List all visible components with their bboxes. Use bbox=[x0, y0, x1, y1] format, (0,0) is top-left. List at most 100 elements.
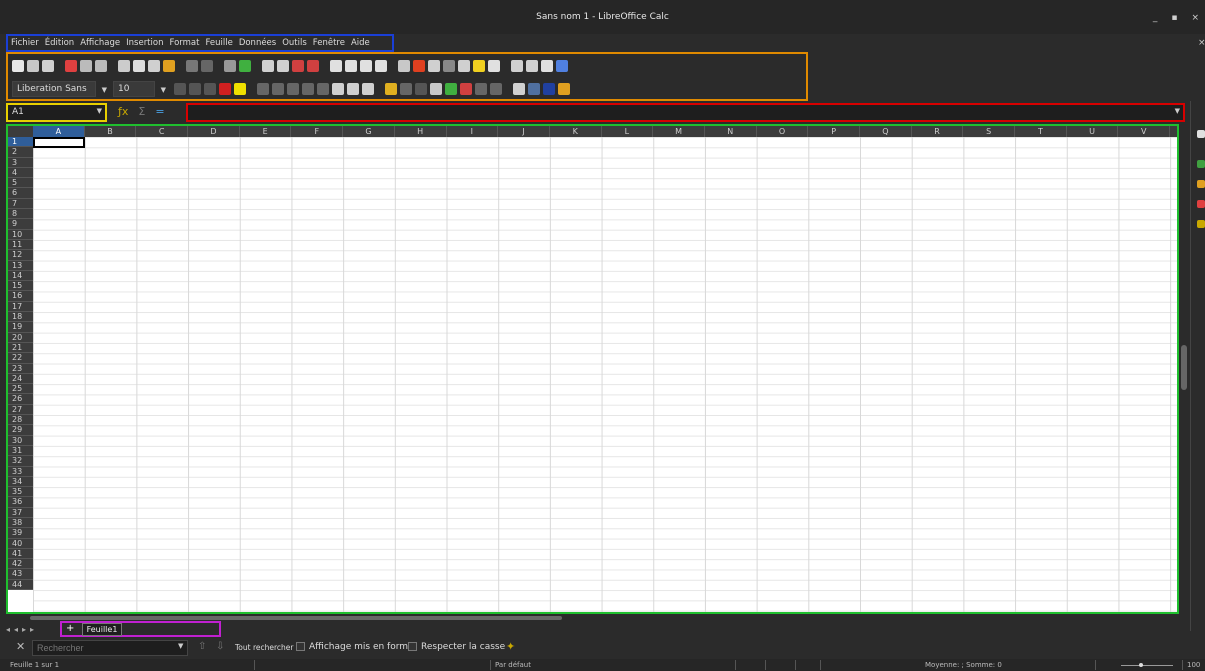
define-print-area-icon[interactable] bbox=[511, 60, 523, 72]
select-all-corner[interactable] bbox=[8, 126, 33, 137]
row-header[interactable]: 8 bbox=[8, 209, 33, 220]
find-next-icon[interactable]: ⇩ bbox=[216, 641, 224, 652]
row-header[interactable]: 44 bbox=[8, 580, 33, 591]
column-header[interactable]: N bbox=[705, 126, 757, 137]
align-middle-icon[interactable] bbox=[347, 83, 359, 95]
font-size-dropdown-icon[interactable]: ▼ bbox=[161, 85, 166, 96]
row-header[interactable]: 35 bbox=[8, 487, 33, 498]
row-header[interactable]: 43 bbox=[8, 569, 33, 580]
row-header[interactable]: 3 bbox=[8, 158, 33, 168]
row-header[interactable]: 34 bbox=[8, 477, 33, 488]
menu-format[interactable]: Format bbox=[169, 38, 199, 48]
row-header[interactable]: 11 bbox=[8, 240, 33, 251]
font-name-box[interactable]: Liberation Sans ▼ bbox=[12, 81, 107, 97]
show-draw-functions-icon[interactable] bbox=[556, 60, 568, 72]
column-header[interactable]: T bbox=[1015, 126, 1067, 137]
copy-icon[interactable] bbox=[133, 60, 145, 72]
close-button[interactable]: × bbox=[1191, 13, 1199, 23]
row-header[interactable]: 38 bbox=[8, 518, 33, 529]
column-header[interactable]: V bbox=[1118, 126, 1171, 137]
underline-icon[interactable] bbox=[204, 83, 216, 95]
border-color-icon[interactable] bbox=[543, 83, 555, 95]
function-wizard-icon[interactable]: ƒx bbox=[118, 105, 128, 118]
menu-insertion[interactable]: Insertion bbox=[126, 38, 163, 48]
insert-column-icon[interactable] bbox=[277, 60, 289, 72]
borders-icon[interactable] bbox=[513, 83, 525, 95]
column-header[interactable]: H bbox=[395, 126, 447, 137]
close-document-button[interactable]: × bbox=[1198, 38, 1205, 48]
sort-descending-icon[interactable] bbox=[360, 60, 372, 72]
name-box[interactable]: A1 ▼ bbox=[6, 103, 107, 122]
row-header[interactable]: 21 bbox=[8, 343, 33, 354]
next-sheet-icon[interactable]: ▸ bbox=[22, 625, 26, 634]
zoom-percent[interactable]: 100 bbox=[1187, 661, 1200, 669]
row-header[interactable]: 24 bbox=[8, 374, 33, 385]
search-input[interactable] bbox=[32, 640, 188, 656]
column-header[interactable]: Q bbox=[860, 126, 912, 137]
name-box-dropdown-icon[interactable]: ▼ bbox=[97, 107, 102, 115]
row-header[interactable]: 18 bbox=[8, 312, 33, 323]
close-find-icon[interactable]: ✕ bbox=[16, 640, 25, 653]
functions-icon[interactable] bbox=[1197, 220, 1205, 228]
sort-ascending-icon[interactable] bbox=[345, 60, 357, 72]
redo-icon[interactable] bbox=[201, 60, 213, 72]
row-header[interactable]: 13 bbox=[8, 261, 33, 271]
first-sheet-icon[interactable]: ◂ bbox=[6, 625, 10, 634]
page-style[interactable]: Par défaut bbox=[495, 661, 531, 669]
export-pdf-icon[interactable] bbox=[65, 60, 77, 72]
match-case-checkbox[interactable] bbox=[408, 642, 417, 651]
formula-icon[interactable]: = bbox=[155, 105, 164, 118]
row-header[interactable]: 17 bbox=[8, 302, 33, 313]
undo-icon[interactable] bbox=[186, 60, 198, 72]
expand-formula-bar-icon[interactable]: ▼ bbox=[1175, 107, 1180, 115]
row-header[interactable]: 23 bbox=[8, 364, 33, 374]
column-header[interactable]: G bbox=[343, 126, 395, 137]
delete-row-icon[interactable] bbox=[292, 60, 304, 72]
row-header[interactable]: 19 bbox=[8, 322, 33, 333]
pivot-table-icon[interactable] bbox=[428, 60, 440, 72]
menu-outils[interactable]: Outils bbox=[282, 38, 307, 48]
menu-donnees[interactable]: Données bbox=[239, 38, 276, 48]
row-header[interactable]: 2 bbox=[8, 147, 33, 158]
row-header[interactable]: 32 bbox=[8, 456, 33, 467]
horizontal-scroll-thumb[interactable] bbox=[30, 616, 562, 620]
insert-row-icon[interactable] bbox=[262, 60, 274, 72]
menu-feuille[interactable]: Feuille bbox=[205, 38, 232, 48]
row-header[interactable]: 25 bbox=[8, 384, 33, 395]
row-header[interactable]: 10 bbox=[8, 230, 33, 240]
number-format-icon[interactable] bbox=[415, 83, 427, 95]
row-header[interactable]: 36 bbox=[8, 497, 33, 508]
row-header[interactable]: 28 bbox=[8, 415, 33, 426]
find-replace-dialog-icon[interactable]: ✦ bbox=[506, 640, 515, 653]
italic-icon[interactable] bbox=[189, 83, 201, 95]
font-size-box[interactable]: 10 ▼ bbox=[113, 81, 166, 97]
add-decimal-icon[interactable] bbox=[445, 83, 457, 95]
properties-icon[interactable] bbox=[1197, 130, 1205, 138]
align-top-icon[interactable] bbox=[332, 83, 344, 95]
row-header[interactable]: 4 bbox=[8, 168, 33, 179]
row-header[interactable]: 42 bbox=[8, 559, 33, 570]
row-header[interactable]: 5 bbox=[8, 178, 33, 189]
delete-column-icon[interactable] bbox=[307, 60, 319, 72]
cell-area[interactable] bbox=[33, 137, 1177, 612]
highlight-color-icon[interactable] bbox=[234, 83, 246, 95]
previous-sheet-icon[interactable]: ◂ bbox=[14, 625, 18, 634]
insert-chart-icon[interactable] bbox=[413, 60, 425, 72]
menu-aide[interactable]: Aide bbox=[351, 38, 370, 48]
cut-icon[interactable] bbox=[118, 60, 130, 72]
column-header[interactable]: R bbox=[912, 126, 964, 137]
autofilter-icon[interactable] bbox=[375, 60, 387, 72]
row-header[interactable]: 30 bbox=[8, 436, 33, 446]
clone-formatting-icon[interactable] bbox=[163, 60, 175, 72]
row-header[interactable]: 1 bbox=[8, 137, 33, 148]
sort-icon[interactable] bbox=[330, 60, 342, 72]
row-header[interactable]: 9 bbox=[8, 219, 33, 230]
save-icon[interactable] bbox=[42, 60, 54, 72]
formula-input[interactable]: ▼ bbox=[186, 103, 1185, 122]
align-bottom-icon[interactable] bbox=[362, 83, 374, 95]
hyperlink-icon[interactable] bbox=[458, 60, 470, 72]
row-header[interactable]: 15 bbox=[8, 281, 33, 292]
column-header[interactable]: P bbox=[808, 126, 860, 137]
insert-image-icon[interactable] bbox=[398, 60, 410, 72]
styles-icon[interactable] bbox=[1197, 160, 1205, 168]
